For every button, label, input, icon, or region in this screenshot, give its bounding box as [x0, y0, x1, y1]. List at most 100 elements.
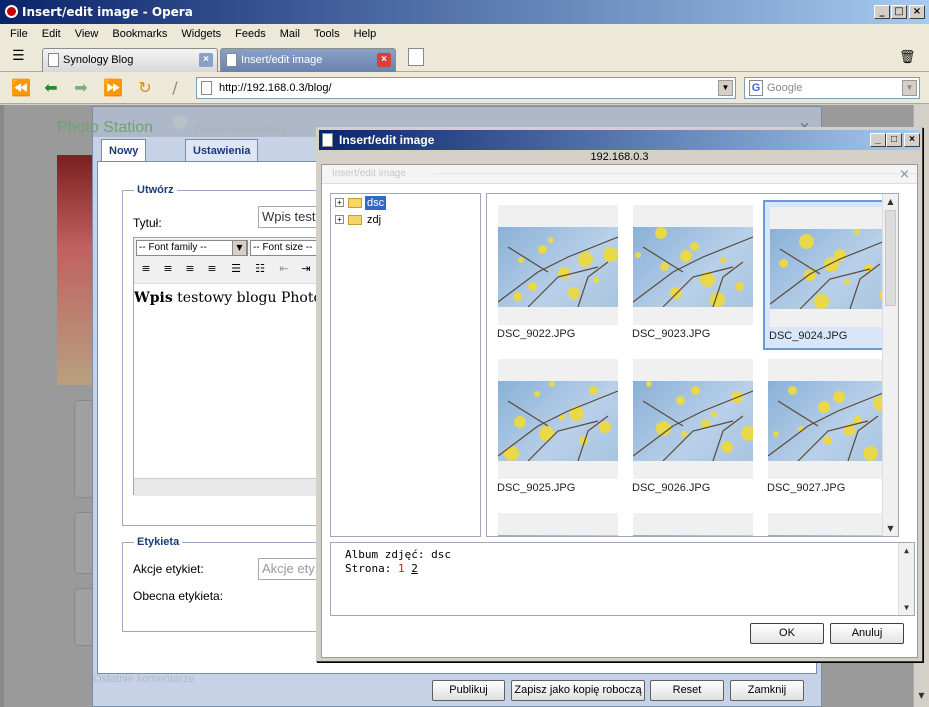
- editor-buttons: Publikuj Zapisz jako kopię roboczą Reset…: [432, 680, 812, 702]
- close-button[interactable]: ×: [909, 5, 925, 19]
- numbered-list-icon[interactable]: ☷: [252, 262, 268, 276]
- close-icon[interactable]: ×: [899, 168, 910, 181]
- divider: [434, 173, 917, 174]
- address-field[interactable]: http://192.168.0.3/blog/ ▼: [196, 77, 736, 99]
- menu-bookmarks[interactable]: Bookmarks: [105, 24, 174, 44]
- scroll-down-icon[interactable]: ▼: [914, 688, 929, 703]
- edit-icon[interactable]: /: [164, 78, 186, 98]
- opera-logo-icon: [5, 5, 18, 18]
- tab-close-icon[interactable]: ×: [377, 53, 391, 67]
- thumbnail-image: [768, 535, 888, 536]
- align-right-icon[interactable]: ≡: [182, 262, 198, 276]
- dialog-close-button[interactable]: ×: [904, 133, 920, 147]
- image-thumbnail[interactable]: [628, 508, 754, 536]
- scroll-up-icon[interactable]: ▲: [899, 543, 914, 558]
- thumbnail-frame: [768, 513, 888, 536]
- tab-close-icon[interactable]: ×: [199, 53, 213, 67]
- back-icon[interactable]: ⬅: [40, 78, 62, 98]
- folder-item-zdj[interactable]: + zdj: [335, 212, 395, 228]
- thumbnail-frame: [498, 513, 618, 536]
- dialog-content: Insert/edit image × + dsc + zdj DSC_9027…: [321, 164, 918, 658]
- dialog-title: Insert/edit image: [339, 133, 435, 147]
- tab-settings[interactable]: Ustawienia: [185, 139, 259, 161]
- tab-new-post[interactable]: Nowy wpis: [101, 139, 147, 179]
- folder-tree: + dsc + zdj: [330, 193, 481, 537]
- align-left-icon[interactable]: ≡: [138, 262, 154, 276]
- tab-label: Insert/edit image: [241, 54, 323, 66]
- indent-icon[interactable]: ⇥: [298, 262, 314, 276]
- align-center-icon[interactable]: ≡: [160, 262, 176, 276]
- forward-icon[interactable]: ➡: [70, 78, 92, 98]
- menu-bar: File Edit View Bookmarks Widgets Feeds Mail Too…: [0, 24, 929, 44]
- image-thumbnail[interactable]: DSC_9022.JPG: [493, 200, 619, 350]
- publish-button[interactable]: Publikuj: [432, 680, 505, 701]
- thumbnail-frame: [768, 359, 888, 479]
- thumbnail-frame: [770, 207, 890, 327]
- chevron-down-icon[interactable]: ▼: [718, 80, 733, 96]
- save-draft-button[interactable]: Zapisz jako kopię roboczą: [511, 680, 645, 701]
- thumbnail-image: [770, 229, 890, 309]
- address-text: http://192.168.0.3/blog/: [219, 82, 332, 94]
- close-editor-button[interactable]: Zamknij: [730, 680, 804, 701]
- panels-icon[interactable]: ☰: [12, 48, 25, 64]
- menu-view[interactable]: View: [68, 24, 106, 44]
- tab-insert-edit-image[interactable]: Insert/edit image ×: [220, 48, 396, 72]
- scroll-down-icon[interactable]: ▼: [883, 521, 898, 536]
- new-tab-icon[interactable]: [408, 48, 424, 66]
- image-thumbnail[interactable]: DSC_9025.JPG: [493, 354, 619, 504]
- align-justify-icon[interactable]: ≡: [204, 262, 220, 276]
- folder-icon: [348, 215, 362, 225]
- menu-mail[interactable]: Mail: [273, 24, 307, 44]
- rich-text-editor[interactable]: -- Font family -- ▼ -- Font size -- ≡ ≡ …: [133, 237, 324, 496]
- menu-tools[interactable]: Tools: [307, 24, 347, 44]
- tab-synology-blog[interactable]: Synology Blog ×: [42, 48, 218, 72]
- maximize-button[interactable]: □: [891, 5, 907, 19]
- cancel-button[interactable]: Anuluj: [830, 623, 904, 644]
- scroll-down-icon[interactable]: ▼: [899, 600, 914, 615]
- reload-icon[interactable]: ↻: [134, 78, 156, 98]
- thumbnail-caption: DSC_9022.JPG: [497, 328, 576, 340]
- album-name: Album zdjęć: dsc: [345, 548, 451, 561]
- image-thumbnail[interactable]: DSC_9024.JPG: [763, 200, 890, 350]
- expand-icon[interactable]: +: [335, 198, 344, 207]
- chevron-down-icon[interactable]: ▼: [232, 240, 247, 256]
- folder-item-dsc[interactable]: + dsc: [335, 195, 395, 211]
- tab-label: Synology Blog: [63, 54, 134, 66]
- page-row: Strona: 1 2: [345, 562, 900, 576]
- page-link-2[interactable]: 2: [411, 562, 418, 575]
- image-thumbnail[interactable]: [763, 508, 889, 536]
- editor-body[interactable]: Wpis testowy blogu Photo: [134, 290, 324, 306]
- image-thumbnail[interactable]: DSC_9026.JPG: [628, 354, 754, 504]
- reset-button[interactable]: Reset: [650, 680, 724, 701]
- image-grid-scrollbar[interactable]: ▲ ▼: [882, 194, 898, 536]
- image-thumbnail[interactable]: [493, 508, 619, 536]
- chevron-down-icon[interactable]: ▼: [902, 80, 917, 96]
- menu-feeds[interactable]: Feeds: [228, 24, 273, 44]
- font-size-select[interactable]: -- Font size --: [250, 240, 322, 256]
- minimize-button[interactable]: _: [874, 5, 890, 19]
- outdent-icon[interactable]: ⇤: [276, 262, 292, 276]
- image-thumbnail[interactable]: DSC_9023.JPG: [628, 200, 754, 350]
- window-title: Insert/edit image - Opera: [22, 5, 193, 19]
- fast-forward-icon[interactable]: ⏩: [102, 78, 124, 98]
- bullet-list-icon[interactable]: ☰: [228, 262, 244, 276]
- info-scrollbar[interactable]: ▲ ▼: [898, 543, 914, 615]
- menu-file[interactable]: File: [0, 24, 35, 44]
- image-thumbnail[interactable]: DSC_9027.JPG: [763, 354, 889, 504]
- thumbnail-caption: DSC_9023.JPG: [632, 328, 711, 340]
- trash-icon[interactable]: 🗑: [899, 50, 916, 65]
- menu-widgets[interactable]: Widgets: [174, 24, 228, 44]
- menu-edit[interactable]: Edit: [35, 24, 68, 44]
- dialog-minimize-button[interactable]: _: [870, 133, 886, 147]
- scroll-thumb[interactable]: [885, 210, 896, 306]
- menu-help[interactable]: Help: [347, 24, 384, 44]
- ok-button[interactable]: OK: [750, 623, 824, 644]
- help-icon: [173, 115, 187, 129]
- thumbnail-frame: [633, 205, 753, 325]
- search-input[interactable]: G Google ▼: [744, 77, 920, 99]
- page-icon: [48, 53, 59, 67]
- scroll-up-icon[interactable]: ▲: [883, 194, 898, 209]
- expand-icon[interactable]: +: [335, 215, 344, 224]
- rewind-icon[interactable]: ⏪: [10, 78, 32, 98]
- dialog-maximize-button[interactable]: □: [886, 133, 902, 147]
